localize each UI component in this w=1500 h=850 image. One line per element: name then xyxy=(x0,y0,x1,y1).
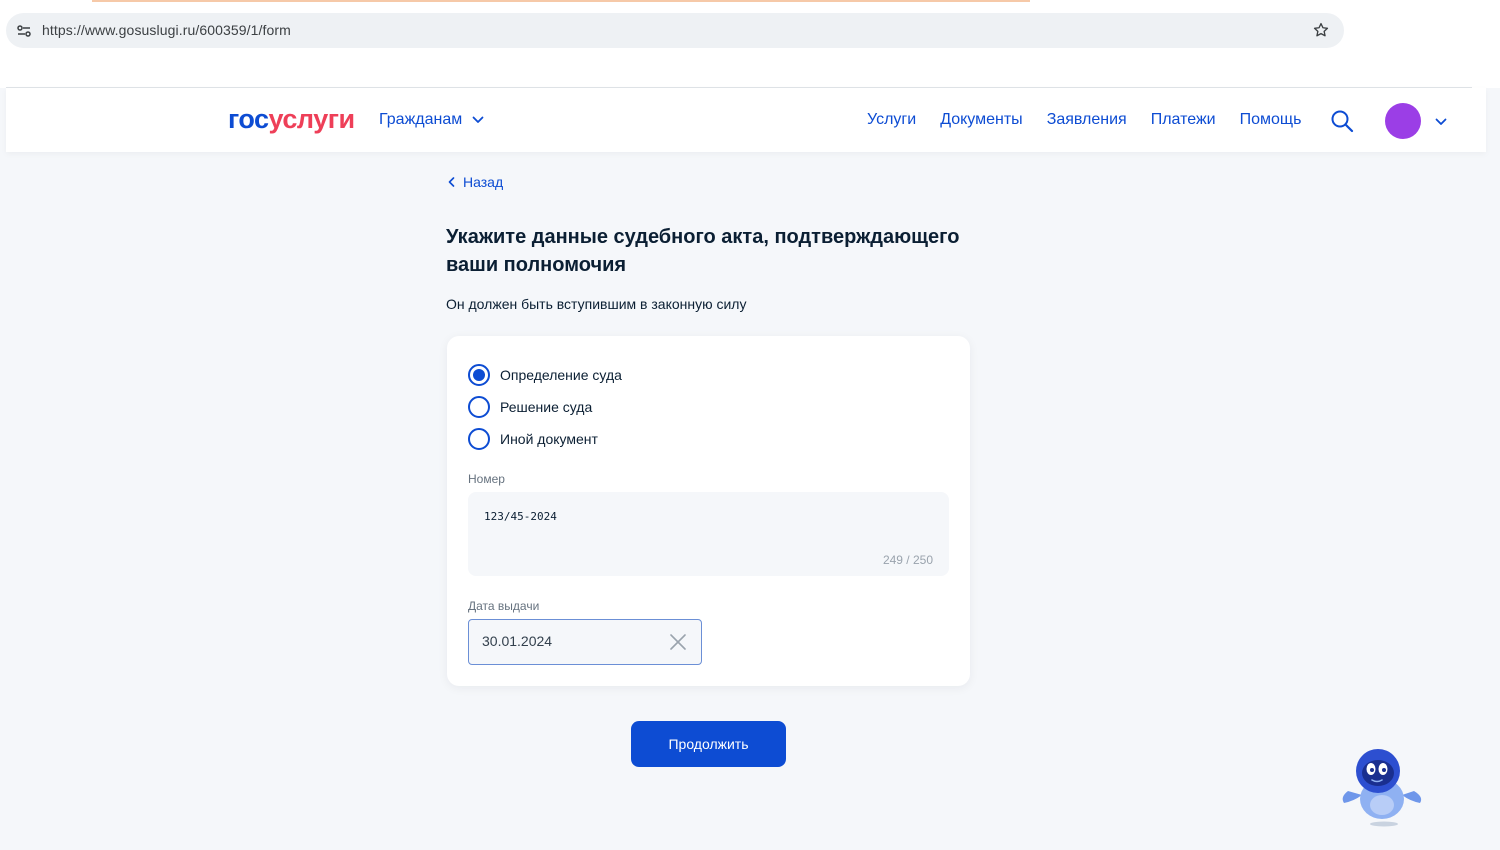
char-counter: 249 / 250 xyxy=(882,553,933,567)
nav-documents[interactable]: Документы xyxy=(940,111,1022,129)
chevron-down-icon[interactable] xyxy=(1434,115,1448,129)
logo-part-uslugi: услуги xyxy=(268,104,356,134)
bookmark-star-icon[interactable] xyxy=(1312,21,1330,39)
radio-button[interactable] xyxy=(468,428,490,450)
radio-option-court-decision[interactable]: Решение суда xyxy=(468,396,592,418)
number-value: 123/45-2024 xyxy=(484,510,557,523)
page-loading-bar xyxy=(92,0,1030,2)
nav-applications[interactable]: Заявления xyxy=(1047,111,1127,129)
nav-help[interactable]: Помощь xyxy=(1240,111,1302,129)
gosuslugi-logo[interactable]: госуслуги xyxy=(228,104,355,135)
back-link[interactable]: Назад xyxy=(448,174,503,190)
nav-services[interactable]: Услуги xyxy=(867,111,916,129)
page-subtitle: Он должен быть вступившим в законную сил… xyxy=(446,296,747,312)
address-bar[interactable]: https://www.gosuslugi.ru/600359/1/form xyxy=(6,13,1344,48)
page-title: Укажите данные судебного акта, подтвержд… xyxy=(446,226,960,276)
date-field-label: Дата выдачи xyxy=(468,599,540,613)
radio-label: Определение суда xyxy=(500,367,622,383)
radio-button[interactable] xyxy=(468,396,490,418)
site-info-icon[interactable] xyxy=(16,23,32,39)
robot-assistant-icon[interactable] xyxy=(1338,745,1426,829)
main-nav: Услуги Документы Заявления Платежи Помощ… xyxy=(867,111,1301,129)
user-avatar[interactable] xyxy=(1385,103,1421,139)
issue-date-value: 30.01.2024 xyxy=(482,633,553,649)
nav-payments[interactable]: Платежи xyxy=(1151,111,1216,129)
browser-chrome: https://www.gosuslugi.ru/600359/1/form xyxy=(0,0,1500,88)
radio-label: Иной документ xyxy=(500,431,598,447)
chevron-left-icon xyxy=(448,177,455,187)
radio-option-court-ruling[interactable]: Определение суда xyxy=(468,364,622,386)
chevron-down-icon xyxy=(472,116,484,123)
radio-button-checked[interactable] xyxy=(468,364,490,386)
site-header: госуслуги Гражданам Услуги Документы Зая… xyxy=(6,88,1486,152)
url-text[interactable]: https://www.gosuslugi.ru/600359/1/form xyxy=(42,22,291,38)
issue-date-input[interactable]: 30.01.2024 xyxy=(468,619,702,665)
continue-button[interactable]: Продолжить xyxy=(631,721,786,767)
search-icon[interactable] xyxy=(1330,109,1354,133)
number-field-label: Номер xyxy=(468,472,505,486)
citizens-menu-label: Гражданам xyxy=(379,111,463,128)
back-link-label: Назад xyxy=(463,174,504,190)
radio-label: Решение суда xyxy=(500,399,593,415)
citizens-menu[interactable]: Гражданам xyxy=(379,111,484,129)
radio-option-other-document[interactable]: Иной документ xyxy=(468,428,598,450)
number-textarea[interactable]: 123/45-2024 249 / 250 xyxy=(468,492,949,576)
logo-part-gos: гос xyxy=(228,104,269,134)
form-card: Определение суда Решение суда Иной докум… xyxy=(447,336,970,686)
close-icon[interactable] xyxy=(669,633,687,651)
